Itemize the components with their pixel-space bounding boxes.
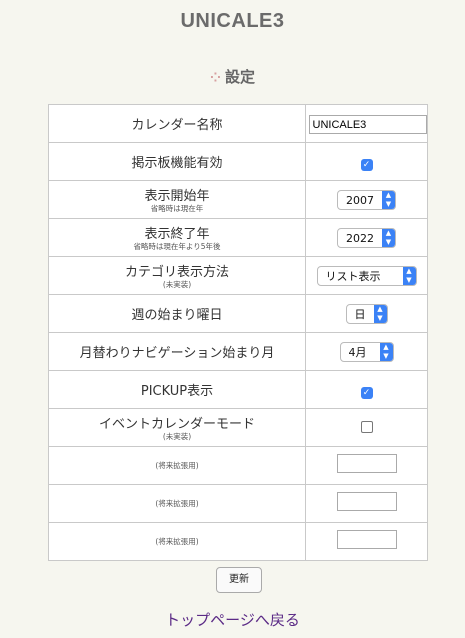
settings-row: 月替わりナビゲーション始まり月 4月 ▲ ▼ [48,332,428,371]
pickup-checkbox[interactable]: ✓ [360,387,373,399]
start-year-select[interactable]: 2007 ▲ ▼ [337,190,396,211]
setting-label-end-year: 表示終了年 [144,227,210,242]
setting-note-category-display: (未実装) [162,280,192,289]
settings-row: PICKUP表示 ✓ [48,370,428,409]
settings-row: イベントカレンダーモード (未実装) [48,408,428,447]
label-cell: 週の始まり曜日 [48,294,306,333]
settings-row: (将来拡張用) [48,446,428,485]
start-year-value: 2007 [346,193,374,207]
label-cell: カレンダー名称 [48,104,306,143]
settings-row: カレンダー名称 [48,104,428,143]
select-arrows-icon: ▲ ▼ [382,191,395,210]
settings-row: 掲示板機能有効 ✓ [48,142,428,181]
calendar-name-input[interactable] [308,115,427,135]
week-start-select[interactable]: 日 ▲ ▼ [345,304,388,324]
settings-row: 表示終了年 省略時は現在年より5年後 2022 ▲ ▼ [48,218,428,257]
label-cell: (将来拡張用) [48,522,306,561]
setting-label-category-display: カテゴリ表示方法 [124,265,229,280]
setting-note-event-mode: (未実装) [162,432,192,441]
control-cell [305,408,428,447]
section-heading: ⁘ 設定 [0,66,465,87]
label-cell: 月替わりナビゲーション始まり月 [48,332,306,371]
settings-table: カレンダー名称 掲示板機能有効 ✓ 表示開始年 省略時は現在年 2007 ▲▼ … [48,104,428,561]
control-cell: 日 ▲ ▼ [305,294,428,333]
control-cell: 2007 ▲ ▼ [305,180,428,219]
setting-label-week-start: 週の始まり曜日 [131,308,223,323]
control-cell: 4月 ▲ ▼ [305,332,428,371]
setting-note-end-year: 省略時は現在年より5年後 [133,242,221,251]
category-display-select[interactable]: リスト表示 ▲ ▼ [316,266,417,286]
select-arrows-icon: ▲ ▼ [382,229,395,248]
settings-row: (将来拡張用) [48,484,428,523]
setting-note-reserved: (将来拡張用) [155,498,199,508]
control-cell: ✓ [305,370,428,409]
select-arrows-icon: ▲ ▼ [402,267,416,285]
settings-row: カテゴリ表示方法 (未実装) リスト表示 ▲ ▼ [48,256,428,295]
setting-note-reserved: (将来拡張用) [155,460,199,470]
control-cell [305,446,428,485]
label-cell: 掲示板機能有効 [48,142,306,181]
label-cell: (将来拡張用) [48,484,306,523]
section-title: 設定 [224,68,255,86]
control-cell: ✓ [305,142,428,181]
select-arrows-icon: ▲ ▼ [379,343,393,361]
reserved-input-1[interactable] [336,454,397,473]
end-year-value: 2022 [346,231,374,245]
control-cell [305,104,428,143]
label-cell: イベントカレンダーモード (未実装) [48,408,306,447]
nav-month-select[interactable]: 4月 ▲ ▼ [339,342,394,362]
settings-row: (将来拡張用) [48,522,428,561]
label-cell: PICKUP表示 [48,370,306,409]
select-arrows-icon: ▲ ▼ [373,305,387,323]
setting-note-reserved: (将来拡張用) [155,536,199,546]
control-cell [305,484,428,523]
setting-label-pickup: PICKUP表示 [140,384,214,399]
label-cell: 表示終了年 省略時は現在年より5年後 [48,218,306,257]
event-mode-checkbox[interactable] [360,421,373,433]
app-title: UNICALE3 [180,10,285,32]
control-cell [305,522,428,561]
week-start-value: 日 [354,308,366,321]
setting-label-event-mode: イベントカレンダーモード [98,417,255,432]
label-cell: (将来拡張用) [48,446,306,485]
control-cell: リスト表示 ▲ ▼ [305,256,428,295]
update-button[interactable]: 更新 [216,567,262,593]
setting-label-bbs: 掲示板機能有効 [131,156,223,171]
nav-month-value: 4月 [348,346,367,359]
reserved-input-3[interactable] [336,530,397,549]
setting-note-start-year: 省略時は現在年 [150,204,204,213]
setting-label-start-year: 表示開始年 [144,189,210,204]
label-cell: カテゴリ表示方法 (未実装) [48,256,306,295]
bbs-enabled-checkbox[interactable]: ✓ [360,159,373,171]
label-cell: 表示開始年 省略時は現在年 [48,180,306,219]
end-year-select[interactable]: 2022 ▲ ▼ [337,228,396,249]
setting-label-nav-month: 月替わりナビゲーション始まり月 [79,346,275,361]
control-cell: 2022 ▲ ▼ [305,218,428,257]
settings-row: 表示開始年 省略時は現在年 2007 ▲ ▼ [48,180,428,219]
category-display-value: リスト表示 [325,270,381,283]
back-to-top-link[interactable]: トップページへ戻る [0,609,465,630]
dots-icon: ⁘ [210,71,221,86]
reserved-input-2[interactable] [336,492,397,511]
settings-row: 週の始まり曜日 日 ▲ ▼ [48,294,428,333]
setting-label-calendar-name: カレンダー名称 [131,118,223,133]
